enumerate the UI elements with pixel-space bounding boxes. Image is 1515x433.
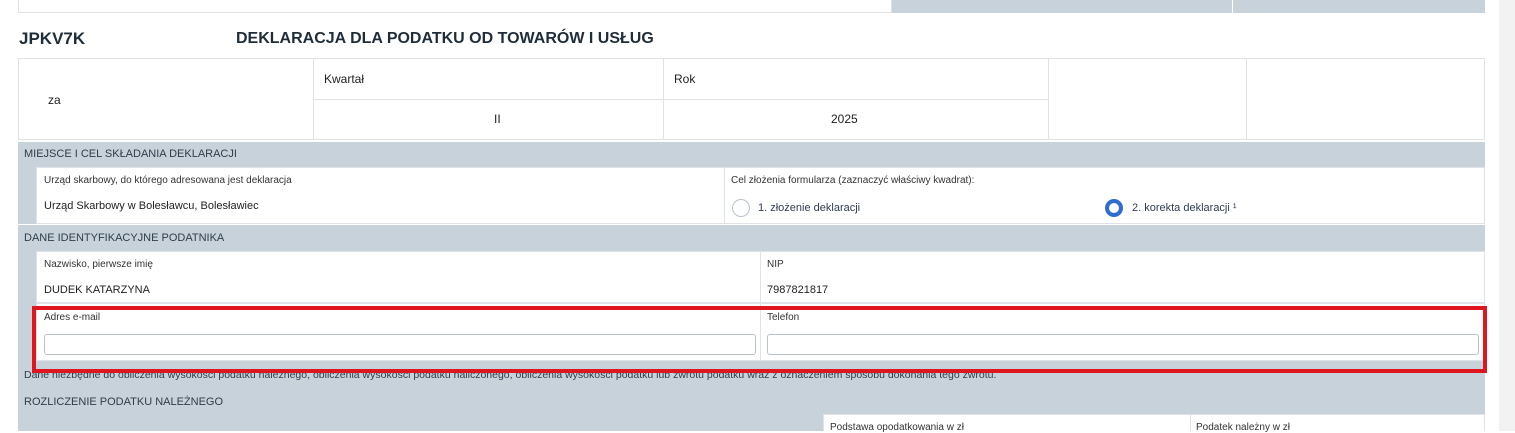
scrollbar-track[interactable]: [1499, 0, 1515, 431]
name-value: DUDEK KATARZYNA: [44, 284, 150, 296]
top-remnant-row: [18, 0, 1485, 13]
year-value: 2025: [831, 112, 858, 126]
section-identity-indent: [18, 251, 37, 361]
form-code: JPKV7K: [19, 29, 86, 48]
section-place-title: MIEJSCE I CEL SKŁADANIA DEKLARACJI: [24, 148, 237, 160]
radio-submission[interactable]: [732, 199, 750, 217]
email-field[interactable]: [44, 334, 756, 355]
section-place-indent: [18, 167, 37, 224]
quarter-value: II: [494, 112, 501, 126]
nip-label: NIP: [767, 259, 784, 270]
za-label: za: [48, 93, 61, 107]
nip-value: 7987821817: [767, 284, 829, 296]
section-place-header: [18, 142, 1485, 167]
section-identity-title: DANE IDENTYFIKACYJNE PODATNIKA: [24, 232, 225, 244]
radio-submission-label[interactable]: 1. złożenie deklaracji: [758, 202, 860, 214]
section-output-tax-title: ROZLICZENIE PODATKU NALEŻNEGO: [24, 396, 224, 408]
purpose-label: Cel złożenia formularza (zaznaczyć właśc…: [731, 175, 975, 186]
name-label: Nazwisko, pierwsze imię: [44, 259, 153, 270]
year-label: Rok: [674, 72, 696, 86]
office-value: Urząd Skarbowy w Bolesławcu, Bolesławiec: [44, 200, 259, 212]
phone-label: Telefon: [767, 312, 800, 323]
phone-field[interactable]: [767, 334, 1479, 355]
page-title: DEKLARACJA DLA PODATKU OD TOWARÓW I USŁU…: [236, 30, 654, 47]
office-label: Urząd skarbowy, do którego adresowana je…: [44, 175, 292, 186]
col-base-header: Podstawa opodatkowania w zł: [830, 422, 964, 433]
quarter-label: Kwartał: [324, 72, 365, 86]
section-identity-header: [18, 225, 1485, 251]
radio-correction[interactable]: [1105, 199, 1123, 217]
email-label: Adres e-mail: [44, 312, 101, 323]
col-tax-header: Podatek należny w zł: [1196, 422, 1290, 433]
note-text: Dane niezbędne do obliczenia wysokości p…: [24, 369, 997, 381]
radio-correction-label[interactable]: 2. korekta deklaracji ¹: [1132, 202, 1237, 214]
